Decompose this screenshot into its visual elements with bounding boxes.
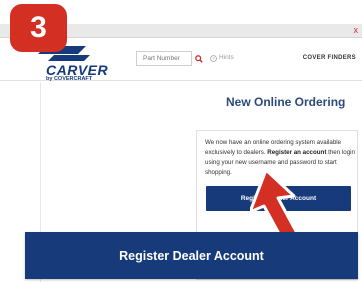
search-icon	[195, 54, 203, 63]
register-account-emphasis: Register an account	[267, 149, 327, 156]
svg-text:?: ?	[212, 56, 215, 61]
brand-logo-text: CARVER	[46, 62, 109, 78]
hints-link[interactable]: ? Hints	[210, 53, 234, 63]
search-button[interactable]	[193, 51, 205, 66]
part-number-search-input[interactable]	[136, 51, 192, 66]
screenshot-stage: x CARVER by COVERCRAFT ? Hints COVER FIN…	[0, 0, 362, 282]
register-dealer-account-callout-button[interactable]: Register Dealer Account	[25, 232, 358, 279]
help-icon: ?	[210, 54, 217, 62]
page-title: New Online Ordering	[226, 95, 346, 109]
cover-finders-link[interactable]: COVER FINDERS	[303, 54, 356, 62]
hints-label: Hints	[219, 54, 234, 61]
step-number-badge: 3	[10, 4, 67, 52]
close-icon[interactable]: x	[354, 25, 359, 35]
